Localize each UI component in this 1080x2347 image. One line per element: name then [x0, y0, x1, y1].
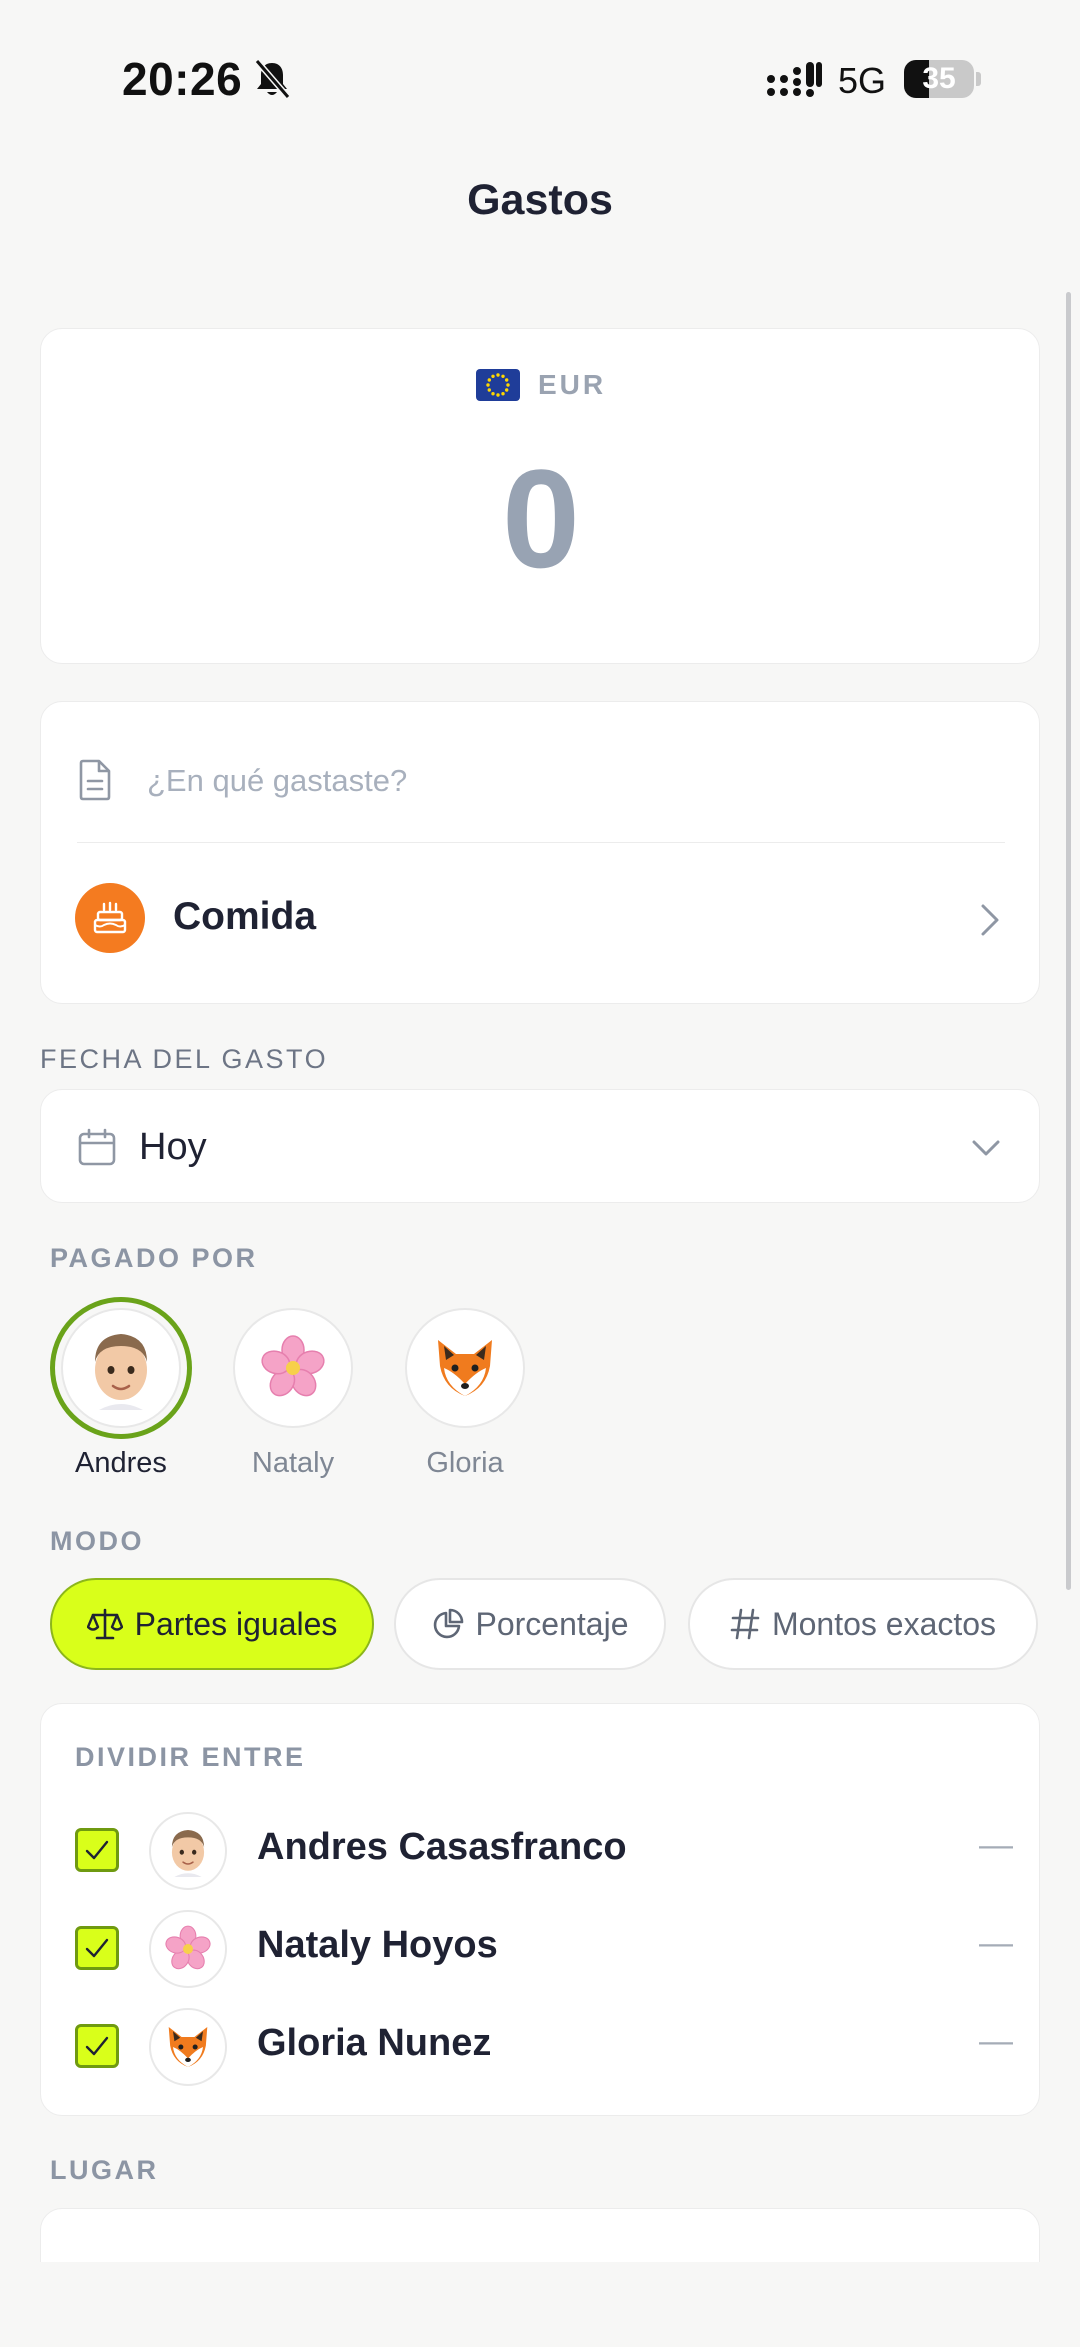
description-card: Comida	[40, 701, 1040, 1004]
bottom-area	[0, 2262, 1080, 2347]
hash-icon	[730, 1608, 760, 1640]
member-checkbox[interactable]	[75, 1828, 119, 1872]
mode-option-label: Montos exactos	[771, 1605, 997, 1642]
split-member-row[interactable]: Gloria Nunez —	[41, 2000, 1041, 2090]
member-amount: —	[979, 1924, 1013, 1962]
currency-code: EUR	[537, 369, 607, 400]
amount-card[interactable]: EUR 0	[40, 328, 1040, 664]
payer-name: Nataly	[251, 1447, 335, 1479]
mode-option-label: Partes iguales	[134, 1605, 338, 1642]
memoji-avatar	[61, 1308, 181, 1428]
amount-value[interactable]: 0	[41, 449, 1041, 589]
eu-flag-icon	[475, 369, 520, 401]
paid-by-label: PAGADO POR	[50, 1243, 258, 1273]
date-value: Hoy	[139, 1126, 207, 1168]
memoji-avatar	[149, 1812, 227, 1890]
member-amount: —	[979, 1826, 1013, 1864]
split-member-row[interactable]: Andres Casasfranco —	[41, 1804, 1041, 1894]
battery-percent: 35	[922, 62, 956, 95]
date-section-label: FECHA DEL GASTO	[40, 1044, 329, 1074]
description-input[interactable]	[147, 754, 967, 808]
bell-muted-icon	[254, 59, 291, 99]
checkmark-icon	[85, 2036, 109, 2056]
member-amount: —	[979, 2022, 1013, 2060]
pie-chart-icon	[433, 1608, 463, 1639]
category-label: Comida	[173, 895, 317, 938]
place-label: LUGAR	[50, 2155, 159, 2185]
currency-selector[interactable]: EUR	[41, 369, 1041, 401]
member-checkbox[interactable]	[75, 2024, 119, 2068]
date-selector[interactable]: Hoy	[40, 1089, 1040, 1203]
checkmark-icon	[85, 1938, 109, 1958]
mode-label: MODO	[50, 1526, 144, 1556]
document-icon	[79, 759, 111, 801]
status-time: 20:26	[122, 53, 243, 105]
scrollbar[interactable]	[1066, 292, 1071, 1590]
member-name: Gloria Nunez	[257, 2022, 492, 2064]
member-checkbox[interactable]	[75, 1926, 119, 1970]
cherry-blossom-avatar	[233, 1308, 353, 1428]
network-type: 5G	[838, 60, 887, 101]
member-name: Nataly Hoyos	[257, 1924, 498, 1966]
page-title: Gastos	[467, 176, 613, 224]
payer-name: Andres	[75, 1447, 167, 1479]
fox-avatar	[405, 1308, 525, 1428]
mode-percentage-button[interactable]: Porcentaje	[394, 1578, 666, 1670]
status-bar: 20:26 5G 35	[0, 0, 1080, 160]
mode-equal-parts-button[interactable]: Partes iguales	[50, 1578, 374, 1670]
split-member-row[interactable]: Nataly Hoyos —	[41, 1902, 1041, 1992]
mode-exact-amounts-button[interactable]: Montos exactos	[688, 1578, 1038, 1670]
cake-icon	[75, 883, 145, 953]
split-label: DIVIDIR ENTRE	[75, 1742, 306, 1772]
signal-icon	[767, 62, 822, 97]
mode-option-label: Porcentaje	[475, 1605, 629, 1642]
member-name: Andres Casasfranco	[257, 1826, 627, 1868]
battery-icon: 35	[904, 60, 981, 98]
payer-name: Gloria	[426, 1447, 504, 1479]
scale-icon	[86, 1608, 123, 1640]
category-selector[interactable]: Comida	[41, 843, 1041, 1005]
checkmark-icon	[85, 1840, 109, 1860]
calendar-icon	[78, 1128, 116, 1166]
chevron-down-icon	[972, 1140, 1000, 1156]
chevron-right-icon	[981, 904, 999, 936]
split-card: DIVIDIR ENTRE Andres Casasfranco — Natal…	[40, 1703, 1040, 2116]
fox-avatar	[149, 2008, 227, 2086]
cherry-blossom-avatar	[149, 1910, 227, 1988]
